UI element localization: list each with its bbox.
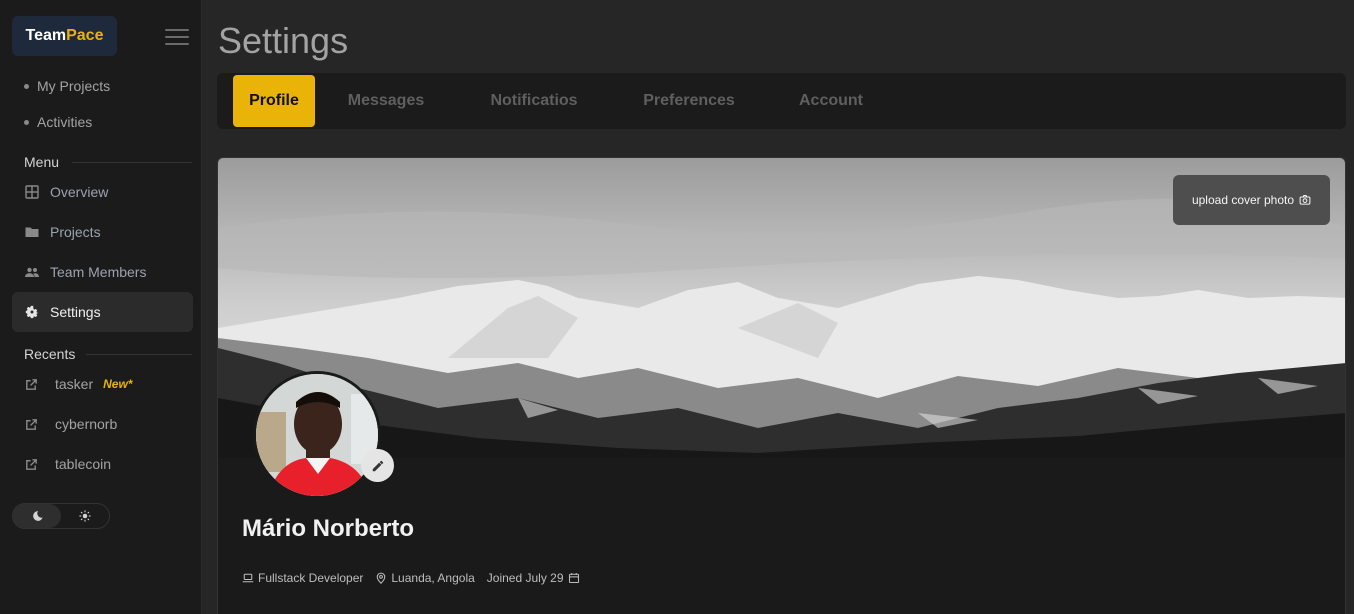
calendar-icon [568,573,579,584]
sidebar: Team Pace My Projects Activities Menu Ove… [0,0,202,614]
section-label-menu: Menu [24,154,60,170]
divider [72,162,192,163]
sidebar-item-label: Team Members [50,264,147,280]
bullet-icon [24,119,29,125]
link-label: My Projects [37,78,111,94]
tab-notifications[interactable]: Notificatios [473,75,595,127]
section-label-recents: Recents [24,346,76,362]
new-badge: New* [103,377,133,391]
link-activities[interactable]: Activities [24,114,92,130]
tab-preferences[interactable]: Preferences [627,75,751,127]
edit-avatar-button[interactable] [361,449,394,482]
external-link-icon [26,418,37,430]
upload-cover-photo-button[interactable]: upload cover photo [1173,175,1330,225]
sidebar-item-label: Projects [50,224,101,240]
brand-logo[interactable]: Team Pace [12,16,117,56]
sun-icon[interactable] [61,504,109,528]
divider [86,354,192,355]
profile-card: upload cover photo Mário Norberto Fullst… [217,157,1346,614]
gear-icon [25,305,39,319]
recent-item-tasker[interactable]: tasker New* [24,376,132,392]
grid-icon [25,185,39,199]
joined-text: Joined July 29 [486,571,564,585]
external-link-icon [26,458,37,470]
profile-role: Fullstack Developer [242,571,363,585]
brand-part2: Pace [66,27,104,44]
bullet-icon [24,83,29,89]
avatar [253,371,381,499]
theme-toggle[interactable] [12,503,110,529]
moon-icon[interactable] [13,504,61,528]
recent-item-tablecoin[interactable]: tablecoin [24,456,111,472]
sidebar-item-settings[interactable]: Settings [12,292,193,332]
settings-tabs: Profile Messages Notificatios Preference… [217,73,1346,129]
external-link-icon [26,378,37,390]
role-text: Fullstack Developer [258,571,364,585]
sidebar-item-projects[interactable]: Projects [12,212,193,252]
profile-meta: Fullstack Developer Luanda, Angola Joine… [242,571,580,585]
recent-item-label: tablecoin [55,456,112,472]
sidebar-item-overview[interactable]: Overview [12,172,193,212]
profile-name: Mário Norberto [242,515,415,542]
tab-account[interactable]: Account [783,75,879,127]
sidebar-item-team-members[interactable]: Team Members [12,252,193,292]
recent-item-label: tasker [55,376,94,392]
tab-messages[interactable]: Messages [331,75,441,127]
page-title: Settings [218,20,349,61]
link-label: Activities [37,114,93,130]
camera-icon [1299,194,1311,205]
people-icon [25,267,39,277]
sidebar-item-label: Overview [50,184,109,200]
profile-location: Luanda, Angola [375,571,475,585]
tab-profile[interactable]: Profile [233,75,315,127]
laptop-icon [242,573,254,583]
hamburger-menu-icon[interactable] [165,29,189,47]
sidebar-item-label: Settings [50,304,101,320]
folder-icon [25,227,39,237]
profile-joined: Joined July 29 [487,571,580,585]
pencil-icon [372,460,383,471]
upload-cover-label: upload cover photo [1191,193,1295,207]
location-text: Luanda, Angola [391,571,475,585]
brand-part1: Team [25,27,67,44]
recent-item-cybernorb[interactable]: cybernorb [24,416,117,432]
recent-item-label: cybernorb [55,416,118,432]
location-pin-icon [377,572,386,584]
link-my-projects[interactable]: My Projects [24,78,110,94]
